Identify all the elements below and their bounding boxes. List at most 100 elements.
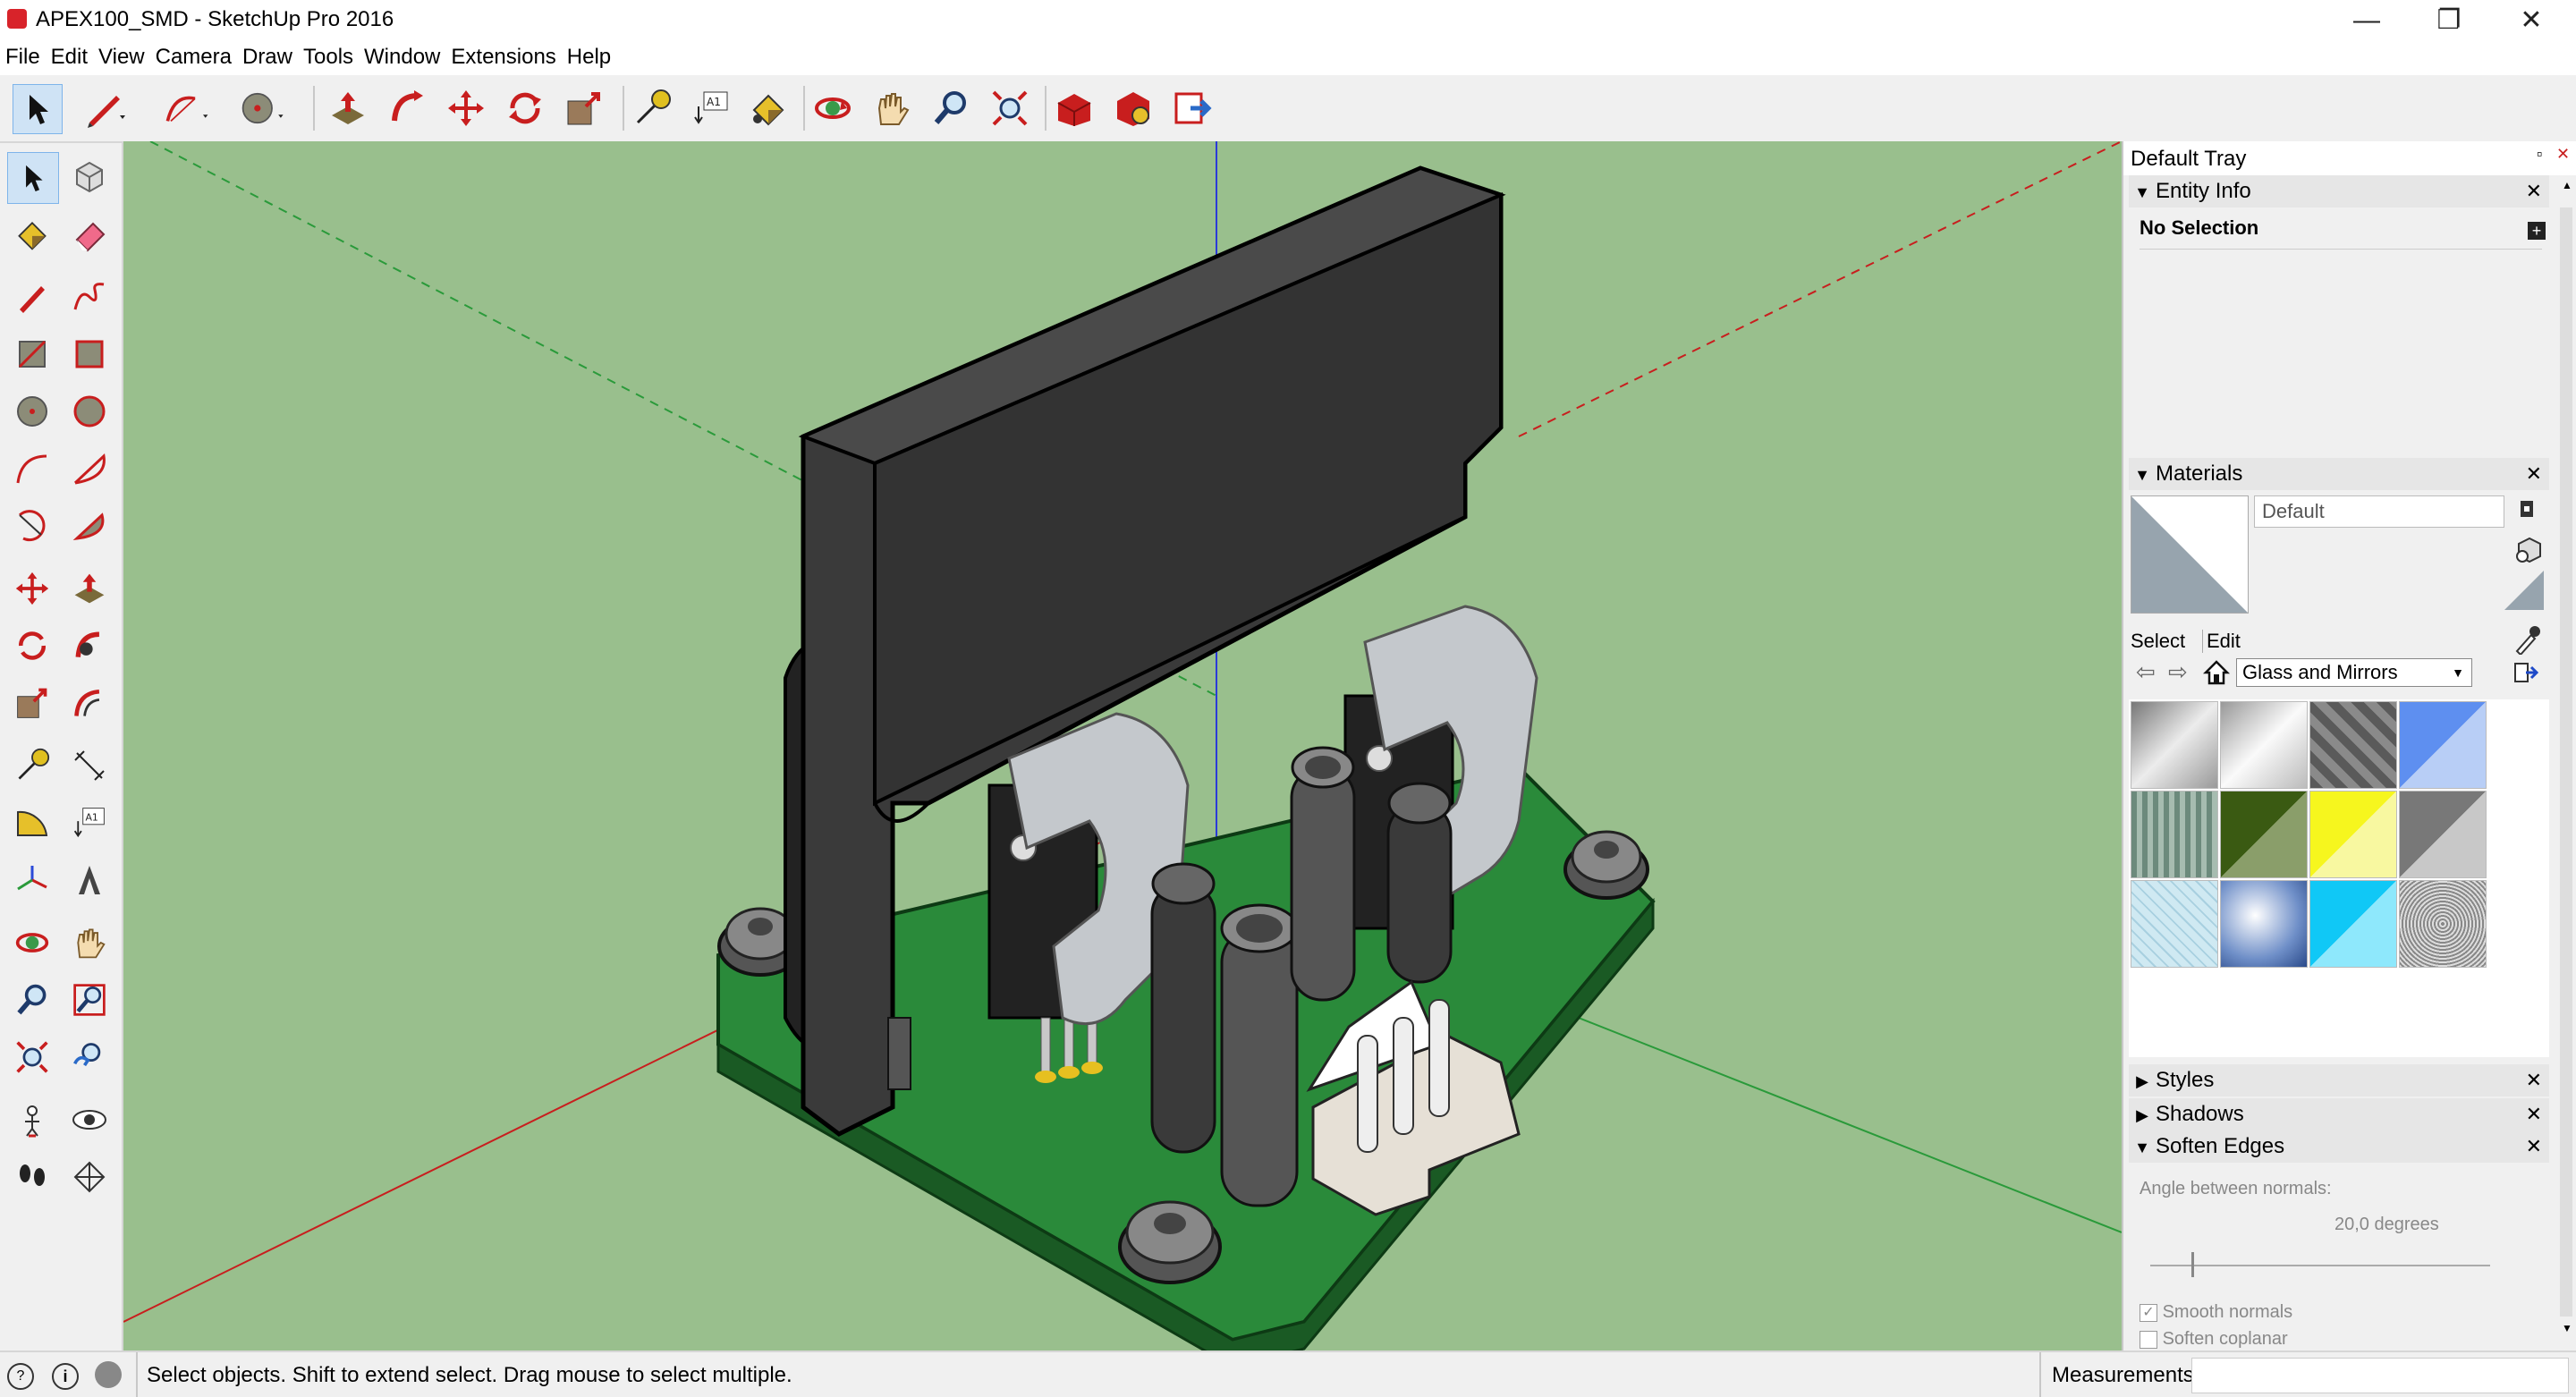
tray-scrollbar[interactable]: ▲ ▼: [2556, 177, 2576, 1340]
create-material-icon[interactable]: [2513, 535, 2542, 563]
credits-icon[interactable]: i: [52, 1363, 79, 1390]
eyedropper-icon[interactable]: [2513, 624, 2540, 656]
make-component-icon[interactable]: [64, 152, 114, 202]
swatch-glass-6[interactable]: [2220, 791, 2308, 878]
orbit-tool-icon[interactable]: [7, 918, 57, 968]
swatch-glass-12[interactable]: [2399, 880, 2487, 968]
position-camera-icon[interactable]: [7, 1095, 57, 1145]
measurements-input[interactable]: [2191, 1358, 2569, 1393]
follow-me-icon[interactable]: [383, 84, 431, 132]
soften-coplanar-checkbox[interactable]: [2140, 1330, 2157, 1349]
circle-tool-icon[interactable]: [7, 386, 57, 436]
scroll-down-icon[interactable]: ▼: [2562, 1322, 2572, 1334]
push-pull-icon[interactable]: [324, 84, 372, 132]
paint-bucket-tool-icon[interactable]: [7, 209, 57, 259]
swatch-glass-8[interactable]: [2399, 791, 2487, 878]
two-point-arc-icon[interactable]: [64, 444, 114, 494]
swatch-glass-7[interactable]: [2309, 791, 2397, 878]
geo-location-icon[interactable]: ?: [7, 1363, 34, 1390]
walk-icon[interactable]: [7, 1152, 57, 1202]
swatch-glass-3[interactable]: [2309, 701, 2397, 789]
menu-edit[interactable]: Edit: [46, 41, 93, 75]
swatch-glass-10[interactable]: [2220, 880, 2308, 968]
warehouse-icon[interactable]: [1050, 84, 1098, 132]
soften-coplanar-option[interactable]: Soften coplanar: [2140, 1329, 2288, 1350]
forward-arrow-icon[interactable]: ⇨: [2168, 658, 2195, 685]
swatch-glass-2[interactable]: [2220, 701, 2308, 789]
pan-tool-icon[interactable]: [64, 918, 114, 968]
circle-icon[interactable]: [240, 84, 288, 132]
shadows-header[interactable]: ▶ Shadows ✕: [2129, 1098, 2549, 1130]
smooth-normals-checkbox[interactable]: ✓: [2140, 1303, 2157, 1322]
menu-file[interactable]: File: [0, 41, 46, 75]
soften-edges-header[interactable]: ▼ Soften Edges ✕: [2129, 1130, 2549, 1163]
arc-icon[interactable]: [163, 84, 211, 132]
axes-icon[interactable]: [7, 855, 57, 905]
look-around-icon[interactable]: [64, 1095, 114, 1145]
styles-header[interactable]: ▶ Styles ✕: [2129, 1064, 2549, 1096]
materials-tab-edit[interactable]: Edit: [2202, 630, 2241, 653]
tray-close-icon[interactable]: ✕: [2556, 145, 2570, 164]
angle-slider-track[interactable]: [2150, 1252, 2490, 1277]
angle-slider-thumb[interactable]: [2190, 1252, 2194, 1277]
zoom-icon[interactable]: [927, 84, 975, 132]
text-icon[interactable]: A1: [687, 84, 735, 132]
swatch-glass-9[interactable]: [2131, 880, 2218, 968]
eraser-icon[interactable]: [64, 209, 114, 259]
orbit-icon[interactable]: [809, 84, 857, 132]
select-tool-icon[interactable]: [7, 152, 59, 204]
scale-tool-icon[interactable]: [7, 678, 57, 728]
arc-tool-icon[interactable]: [7, 444, 57, 494]
panel-close-icon[interactable]: ✕: [2526, 1130, 2542, 1163]
three-point-arc-icon[interactable]: [7, 501, 57, 551]
dimension-icon[interactable]: [64, 741, 114, 791]
previous-view-icon[interactable]: [64, 1032, 114, 1082]
pan-icon[interactable]: [868, 84, 916, 132]
display-secondary-icon[interactable]: [2517, 499, 2537, 519]
menu-window[interactable]: Window: [359, 41, 445, 75]
model-viewport[interactable]: [123, 141, 2122, 1350]
zoom-extents-tool-icon[interactable]: [7, 1032, 57, 1082]
move-tool-icon[interactable]: [7, 563, 57, 614]
section-plane-icon[interactable]: [64, 1152, 114, 1202]
entity-info-header[interactable]: ▼ Entity Info ✕: [2129, 175, 2549, 207]
select-icon[interactable]: [13, 84, 63, 134]
menu-draw[interactable]: Draw: [237, 41, 298, 75]
menu-extensions[interactable]: Extensions: [445, 41, 561, 75]
paint-bucket-icon[interactable]: [744, 84, 792, 132]
swatch-glass-4[interactable]: [2399, 701, 2487, 789]
scroll-up-icon[interactable]: ▲: [2562, 179, 2572, 191]
send-to-layout-icon[interactable]: [1168, 84, 1216, 132]
panel-close-icon[interactable]: ✕: [2526, 175, 2542, 207]
back-arrow-icon[interactable]: ⇦: [2136, 658, 2163, 685]
text-tool-icon[interactable]: A1: [64, 798, 114, 848]
home-icon[interactable]: [2202, 658, 2231, 687]
close-button[interactable]: ✕: [2490, 0, 2572, 41]
move-icon[interactable]: [442, 84, 490, 132]
details-toggle-icon[interactable]: +: [2528, 222, 2546, 240]
tape-measure-icon[interactable]: [628, 84, 676, 132]
menu-help[interactable]: Help: [562, 41, 616, 75]
panel-close-icon[interactable]: ✕: [2526, 458, 2542, 490]
extension-warehouse-icon[interactable]: [1109, 84, 1157, 132]
pencil-icon[interactable]: [82, 84, 131, 132]
swatch-glass-5[interactable]: [2131, 791, 2218, 878]
swatch-glass-1[interactable]: [2131, 701, 2218, 789]
tray-pin-icon[interactable]: ▫: [2537, 145, 2542, 164]
swatch-glass-11[interactable]: [2309, 880, 2397, 968]
line-tool-icon[interactable]: [7, 272, 57, 322]
tape-measure-tool-icon[interactable]: [7, 741, 57, 791]
menu-tools[interactable]: Tools: [298, 41, 359, 75]
zoom-tool-icon[interactable]: [7, 975, 57, 1025]
freehand-icon[interactable]: [64, 272, 114, 322]
pie-icon[interactable]: [64, 501, 114, 551]
3d-text-icon[interactable]: [64, 855, 114, 905]
push-pull-tool-icon[interactable]: [64, 563, 114, 614]
rotate-icon[interactable]: [501, 84, 549, 132]
user-account-icon[interactable]: [95, 1361, 122, 1388]
follow-me-tool-icon[interactable]: [64, 621, 114, 671]
material-name-field[interactable]: Default: [2254, 495, 2504, 528]
scale-icon[interactable]: [560, 84, 608, 132]
protractor-icon[interactable]: [7, 798, 57, 848]
polygon-icon[interactable]: [64, 386, 114, 436]
